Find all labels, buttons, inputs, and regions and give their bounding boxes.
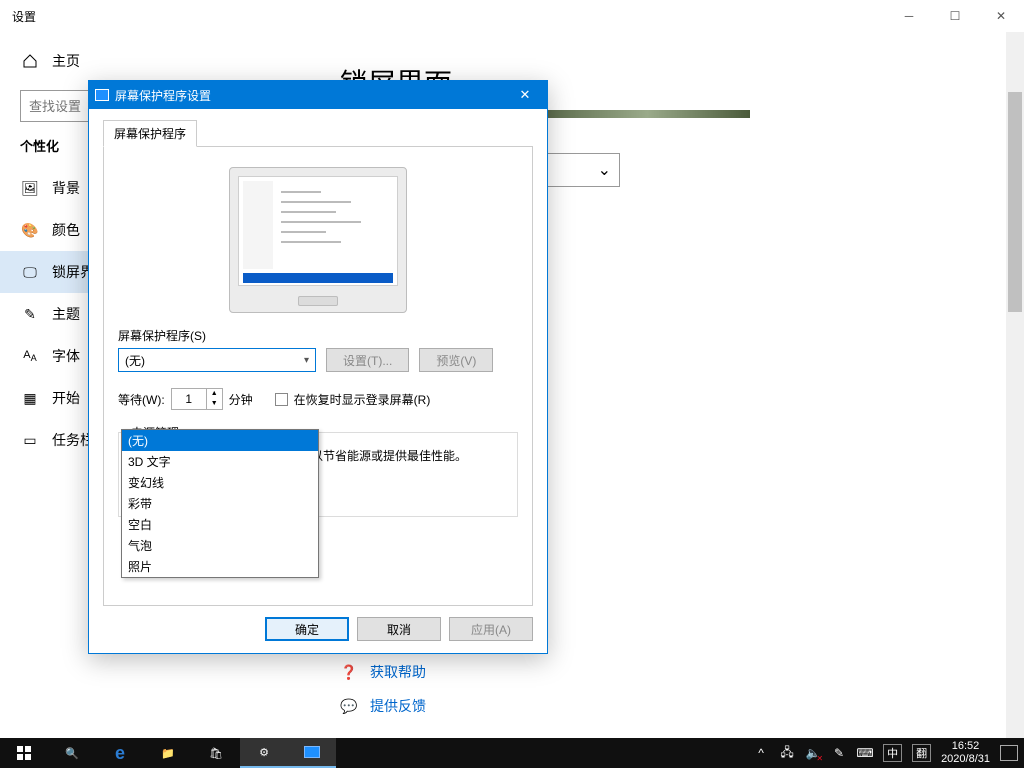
theme-icon: ✎ [22, 306, 38, 322]
wait-value-input[interactable] [172, 389, 206, 409]
resume-checkbox[interactable] [275, 393, 288, 406]
font-icon: AA [22, 348, 38, 364]
settings-title: 设置 [12, 8, 36, 25]
dialog-title: 屏幕保护程序设置 [115, 87, 211, 104]
screensaver-combo[interactable]: (无) ▾ [118, 348, 316, 372]
action-center-icon[interactable] [1000, 745, 1018, 761]
volume-mute-icon[interactable]: 🔈✕ [805, 745, 821, 761]
spin-up[interactable]: ▲ [206, 389, 222, 399]
screensaver-option[interactable]: 变幻线 [122, 472, 318, 493]
wait-unit: 分钟 [229, 391, 253, 408]
dialog-titlebar: 屏幕保护程序设置 ✕ [89, 81, 547, 109]
settings-titlebar: 设置 ─ ☐ ✕ [0, 0, 1024, 32]
edge-icon[interactable]: e [96, 738, 144, 768]
combo-value: (无) [125, 352, 145, 369]
chevron-down-icon: ⌄ [598, 160, 611, 180]
screensaver-preview-button[interactable]: 预览(V) [419, 348, 493, 372]
screensaver-label: 屏幕保护程序(S) [118, 327, 518, 344]
ok-button[interactable]: 确定 [265, 617, 349, 641]
help-icon: ❓ [340, 664, 358, 681]
ime-translate-badge[interactable]: 翻 [912, 744, 931, 762]
start-icon: ▦ [22, 390, 38, 406]
taskbar-left: 🔍 e 📁 🛍 ⚙ [0, 738, 336, 768]
screensaver-settings-button[interactable]: 设置(T)... [326, 348, 409, 372]
clock-date: 2020/8/31 [941, 753, 990, 766]
screensaver-option[interactable]: 彩带 [122, 493, 318, 514]
home-icon [22, 53, 38, 69]
ime-lang-badge[interactable]: 中 [883, 744, 902, 762]
start-button[interactable] [0, 738, 48, 768]
sidebar-item-label: 开始 [52, 388, 80, 408]
ime-icon[interactable]: ✎ [831, 745, 847, 761]
apply-button[interactable]: 应用(A) [449, 617, 533, 641]
spin-down[interactable]: ▼ [206, 399, 222, 409]
screensaver-dialog: 屏幕保护程序设置 ✕ 屏幕保护程序 [88, 80, 548, 654]
feedback-icon: 💬 [340, 698, 358, 715]
settings-taskbar-icon[interactable]: ⚙ [240, 738, 288, 768]
feedback-link[interactable]: 💬 提供反馈 [340, 696, 426, 716]
monitor-stand [298, 296, 338, 306]
sidebar-home[interactable]: 主页 [20, 40, 310, 82]
close-button[interactable]: ✕ [978, 0, 1024, 32]
tab-screensaver[interactable]: 屏幕保护程序 [103, 120, 197, 147]
screensaver-option[interactable]: 气泡 [122, 535, 318, 556]
tray-chevron-icon[interactable]: ^ [753, 745, 769, 761]
get-help-link[interactable]: ❓ 获取帮助 [340, 662, 426, 682]
sidebar-item-label: 背景 [52, 178, 80, 198]
picture-icon: 🖼 [22, 180, 38, 196]
window-controls: ─ ☐ ✕ [886, 0, 1024, 32]
cancel-button[interactable]: 取消 [357, 617, 441, 641]
feedback-link-label: 提供反馈 [370, 696, 426, 716]
sidebar-home-label: 主页 [52, 51, 80, 71]
taskbar-right: ^ 🖧 🔈✕ ✎ ⌨ 中 翻 16:52 2020/8/31 [753, 738, 1024, 768]
palette-icon: 🎨 [22, 222, 38, 238]
screensaver-dropdown-list[interactable]: (无)3D 文字变幻线彩带空白气泡照片 [121, 429, 319, 578]
monitor-preview [229, 167, 407, 313]
taskbar: 🔍 e 📁 🛍 ⚙ ^ 🖧 🔈✕ ✎ ⌨ 中 翻 16:52 2020/8/31 [0, 738, 1024, 768]
maximize-button[interactable]: ☐ [932, 0, 978, 32]
wait-row: 等待(W): ▲▼ 分钟 在恢复时显示登录屏幕(R) [118, 388, 518, 410]
network-icon[interactable]: 🖧 [779, 745, 795, 761]
clock-time: 16:52 [941, 740, 990, 753]
sidebar-item-label: 字体 [52, 346, 80, 366]
wait-spinner[interactable]: ▲▼ [171, 388, 223, 410]
taskbar-icon: ▭ [22, 432, 38, 448]
explorer-icon[interactable]: 📁 [144, 738, 192, 768]
search-button[interactable]: 🔍 [48, 738, 96, 768]
screensaver-option[interactable]: 空白 [122, 514, 318, 535]
vertical-scrollbar[interactable] [1006, 32, 1024, 738]
lock-icon: 🖵 [22, 264, 38, 280]
resume-label: 在恢复时显示登录屏幕(R) [294, 391, 431, 408]
screensaver-option[interactable]: (无) [122, 430, 318, 451]
minimize-button[interactable]: ─ [886, 0, 932, 32]
screensaver-option[interactable]: 3D 文字 [122, 451, 318, 472]
chevron-down-icon: ▾ [304, 355, 309, 366]
taskbar-clock[interactable]: 16:52 2020/8/31 [941, 740, 990, 766]
dialog-close-button[interactable]: ✕ [503, 81, 547, 109]
dialog-buttons: 确定 取消 应用(A) [265, 617, 533, 641]
scrollbar-thumb[interactable] [1008, 92, 1022, 312]
screensaver-group: 屏幕保护程序(S) (无) ▾ 设置(T)... 预览(V) 等待(W): ▲▼ [118, 327, 518, 410]
monitor-screen [238, 176, 398, 286]
help-link-label: 获取帮助 [370, 662, 426, 682]
sidebar-item-label: 颜色 [52, 220, 80, 240]
monitor-icon [95, 89, 109, 101]
screensaver-taskbar-icon[interactable] [288, 738, 336, 768]
store-icon[interactable]: 🛍 [192, 738, 240, 768]
screensaver-option[interactable]: 照片 [122, 556, 318, 577]
help-links: ❓ 获取帮助 💬 提供反馈 [340, 662, 426, 730]
keyboard-icon[interactable]: ⌨ [857, 745, 873, 761]
wait-label: 等待(W): [118, 391, 165, 408]
sidebar-item-label: 主题 [52, 304, 80, 324]
tab-strip: 屏幕保护程序 [103, 119, 533, 146]
